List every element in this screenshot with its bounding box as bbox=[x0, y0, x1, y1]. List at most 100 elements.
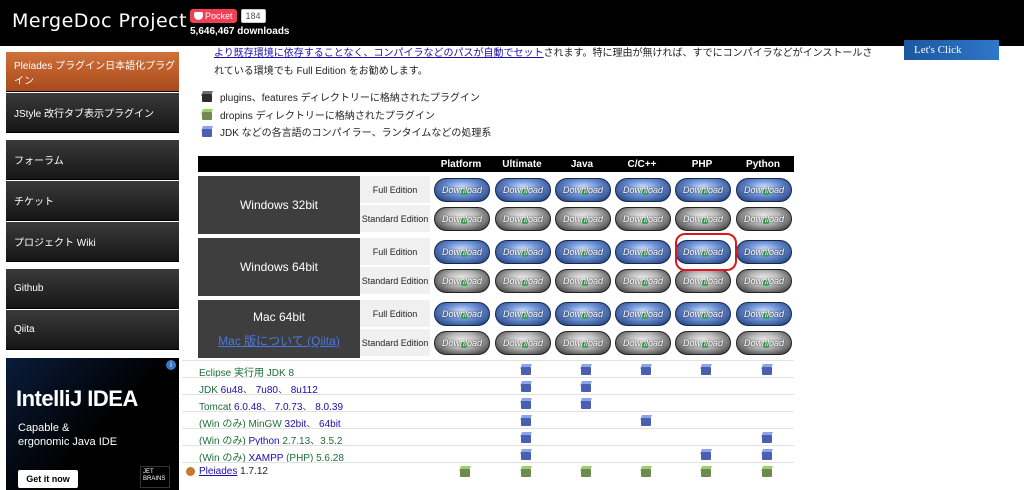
download-button-mac64-full-ultimate[interactable]: Download bbox=[495, 302, 551, 326]
lets-click-banner[interactable]: Let's Click bbox=[904, 40, 999, 60]
legend-item: JDK などの各言語のコンパイラー、ランタイムなどの処理系 bbox=[201, 124, 491, 139]
sidebar-item-ticket[interactable]: チケット bbox=[6, 181, 179, 221]
ad-subtitle-2: ergonomic Java IDE bbox=[18, 436, 118, 448]
component-link[interactable]: Pleiades bbox=[199, 466, 237, 477]
green-cube-icon bbox=[459, 466, 471, 477]
col-header: Platform bbox=[440, 158, 482, 170]
download-button-mac64-full-java[interactable]: Download bbox=[555, 302, 611, 326]
download-button-mac64-full-platform[interactable]: Download bbox=[434, 302, 490, 326]
download-button-win64-std-java[interactable]: Download bbox=[555, 269, 611, 293]
blue-cube-icon bbox=[520, 432, 532, 443]
intro-link[interactable]: より既存環境に依存することなく、コンパイラなどのパスが自動でセット bbox=[214, 48, 544, 59]
download-button-win64-std-cpp[interactable]: Download bbox=[615, 269, 671, 293]
download-button-win64-std-ultimate[interactable]: Download bbox=[495, 269, 551, 293]
table-header: Platform Ultimate Java C/C++ PHP Python bbox=[198, 156, 794, 172]
download-button-win64-std-platform[interactable]: Download bbox=[434, 269, 490, 293]
edition-standard: Standard Edition bbox=[360, 267, 430, 295]
ad-subtitle: Capable & bbox=[18, 422, 70, 434]
component-row: (Win のみ) Python 2.7.13、3.5.2 bbox=[182, 428, 794, 447]
col-header: Java bbox=[570, 158, 594, 170]
green-cube-icon bbox=[520, 466, 532, 477]
ad-title: IntelliJ IDEA bbox=[16, 386, 138, 411]
component-row: Eclipse 実行用 JDK 8 bbox=[182, 360, 794, 379]
download-button-mac64-std-java[interactable]: Download bbox=[555, 331, 611, 355]
php-highlight-circle bbox=[675, 233, 737, 271]
download-button-win32-full-ultimate[interactable]: Download bbox=[495, 178, 551, 202]
col-header: Ultimate bbox=[502, 158, 542, 170]
ad-choices-icon[interactable]: i bbox=[166, 360, 176, 370]
component-row: (Win のみ) MinGW 32bit、 64bit bbox=[182, 411, 794, 430]
download-button-win32-full-php[interactable]: Download bbox=[675, 178, 731, 202]
component-row: Tomcat 6.0.48、 7.0.73、 8.0.39 bbox=[182, 394, 794, 413]
edition-full: Full Edition bbox=[360, 176, 430, 204]
component-label: Pleiades 1.7.12 bbox=[199, 466, 268, 477]
component-row: Pleiades 1.7.12 bbox=[182, 462, 794, 479]
pocket-widget[interactable]: Pocket 184 bbox=[190, 9, 266, 23]
os-mac-64: Mac 64bit Mac 版について (Qiita) bbox=[198, 300, 360, 358]
edition-full: Full Edition bbox=[360, 238, 430, 266]
download-button-mac64-std-python[interactable]: Download bbox=[736, 331, 792, 355]
download-button-win64-std-python[interactable]: Download bbox=[736, 269, 792, 293]
sidebar-item-jstyle[interactable]: JStyle 改行タブ表示プラグイン bbox=[6, 93, 179, 133]
download-button-mac64-std-cpp[interactable]: Download bbox=[615, 331, 671, 355]
download-button-mac64-full-python[interactable]: Download bbox=[736, 302, 792, 326]
download-button-mac64-std-ultimate[interactable]: Download bbox=[495, 331, 551, 355]
pocket-label: Pocket bbox=[205, 11, 233, 21]
sidebar-item-forum[interactable]: フォーラム bbox=[6, 140, 179, 180]
download-button-win64-full-ultimate[interactable]: Download bbox=[495, 240, 551, 264]
os-windows-32: Windows 32bit bbox=[198, 176, 360, 234]
download-button-win64-full-cpp[interactable]: Download bbox=[615, 240, 671, 264]
component-row: (Win のみ) XAMPP (PHP) 5.6.28 bbox=[182, 445, 794, 464]
download-button-win32-std-platform[interactable]: Download bbox=[434, 207, 490, 231]
blue-cube-icon bbox=[761, 449, 773, 460]
download-button-win64-std-php[interactable]: Download bbox=[675, 269, 731, 293]
legend-item: dropins ディレクトリーに格納されたプラグイン bbox=[201, 107, 435, 122]
sidebar-item-github[interactable]: Github bbox=[6, 269, 179, 309]
sidebar-item-wiki[interactable]: プロジェクト Wiki bbox=[6, 222, 179, 262]
ad-cta-button[interactable]: Get it now bbox=[18, 470, 78, 488]
download-button-win32-std-cpp[interactable]: Download bbox=[615, 207, 671, 231]
download-button-win64-full-python[interactable]: Download bbox=[736, 240, 792, 264]
col-header: Python bbox=[746, 158, 780, 170]
download-button-mac64-full-php[interactable]: Download bbox=[675, 302, 731, 326]
edition-full: Full Edition bbox=[360, 300, 430, 328]
download-button-win32-std-python[interactable]: Download bbox=[736, 207, 792, 231]
download-button-win32-full-java[interactable]: Download bbox=[555, 178, 611, 202]
download-button-win32-std-php[interactable]: Download bbox=[675, 207, 731, 231]
download-button-win64-full-java[interactable]: Download bbox=[555, 240, 611, 264]
download-button-win32-full-cpp[interactable]: Download bbox=[615, 178, 671, 202]
download-button-mac64-std-platform[interactable]: Download bbox=[434, 331, 490, 355]
sidebar-item-pleiades[interactable]: Pleiades プラグイン日本語化プラグイン bbox=[6, 52, 179, 92]
download-button-mac64-full-cpp[interactable]: Download bbox=[615, 302, 671, 326]
edition-standard: Standard Edition bbox=[360, 205, 430, 233]
blue-cube-icon bbox=[201, 126, 213, 137]
download-button-win64-full-platform[interactable]: Download bbox=[434, 240, 490, 264]
pleiades-icon bbox=[186, 467, 195, 476]
page: { "header": { "title": "MergeDoc Project… bbox=[0, 0, 1024, 490]
blue-cube-icon bbox=[520, 415, 532, 426]
download-button-win32-full-python[interactable]: Download bbox=[736, 178, 792, 202]
download-button-win32-std-ultimate[interactable]: Download bbox=[495, 207, 551, 231]
download-button-mac64-std-php[interactable]: Download bbox=[675, 331, 731, 355]
site-title[interactable]: MergeDoc Project bbox=[12, 10, 187, 32]
intro-text: より既存環境に依存することなく、コンパイラなどのパスが自動でセットされます。特に… bbox=[214, 48, 873, 59]
green-cube-icon bbox=[201, 109, 213, 120]
download-button-win32-full-platform[interactable]: Download bbox=[434, 178, 490, 202]
blue-cube-icon bbox=[700, 364, 712, 375]
download-button-win32-std-java[interactable]: Download bbox=[555, 207, 611, 231]
intellij-ad[interactable]: i IntelliJ IDEA Capable & ergonomic Java… bbox=[6, 358, 179, 490]
pocket-count: 184 bbox=[240, 9, 266, 23]
pocket-button[interactable]: Pocket bbox=[190, 9, 237, 23]
pocket-icon bbox=[194, 12, 203, 20]
col-header: PHP bbox=[691, 158, 713, 170]
mac-qiita-link[interactable]: Mac 版について (Qiita) bbox=[198, 332, 360, 349]
os-windows-64: Windows 64bit bbox=[198, 238, 360, 296]
green-cube-icon bbox=[761, 466, 773, 477]
component-row: JDK 6u48、 7u80、 8u112 bbox=[182, 377, 794, 396]
green-cube-icon bbox=[580, 466, 592, 477]
intro-text-2: れている環境でも Full Edition をお勧めします。 bbox=[214, 66, 428, 77]
blue-cube-icon bbox=[761, 432, 773, 443]
blue-cube-icon bbox=[520, 398, 532, 409]
green-cube-icon bbox=[640, 466, 652, 477]
sidebar-item-qiita[interactable]: Qiita bbox=[6, 310, 179, 350]
